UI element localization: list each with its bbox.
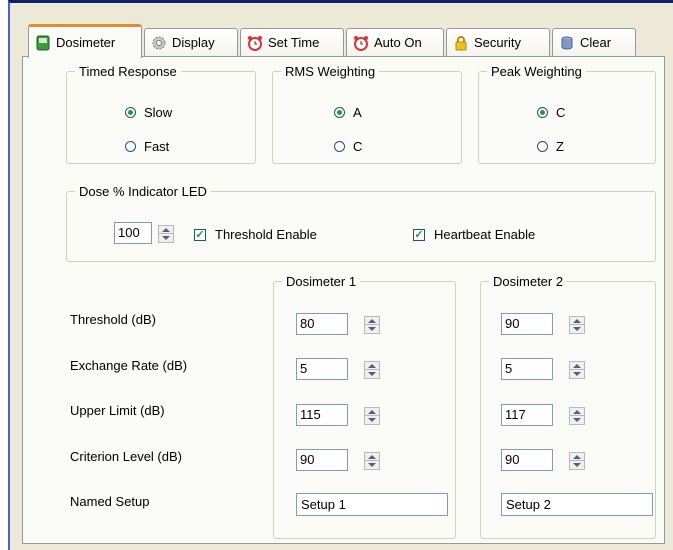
dosimeter1-named-setup-input[interactable]: Setup 1	[296, 493, 448, 516]
group-title: Peak Weighting	[491, 64, 582, 79]
radio-label: Fast	[144, 139, 170, 154]
heartbeat-enable-checkbox[interactable]: ✓ Heartbeat Enable	[413, 227, 535, 242]
radio-slow[interactable]: Slow	[125, 105, 172, 120]
dosimeter1-threshold-stepper[interactable]: 80	[296, 313, 384, 335]
radio-dot	[537, 141, 548, 152]
stepper-arrows[interactable]	[364, 452, 380, 470]
stepper-value[interactable]: 90	[501, 449, 553, 471]
tab-label: Security	[474, 35, 521, 50]
radio-label: Slow	[144, 105, 173, 120]
stepper-value[interactable]: 80	[296, 313, 348, 335]
stepper-value[interactable]: 117	[501, 404, 553, 426]
peak-weighting-group: Peak Weighting	[478, 64, 656, 164]
radio-peak-c[interactable]: C	[537, 105, 565, 120]
tab-label: Display	[172, 35, 215, 50]
stepper-value[interactable]: 5	[501, 358, 553, 380]
rms-weighting-group: RMS Weighting	[272, 64, 462, 164]
stepper-arrows[interactable]	[364, 361, 380, 379]
stepper-arrows[interactable]	[569, 452, 585, 470]
radio-rms-a[interactable]: A	[334, 105, 362, 120]
alarm-clock-icon	[247, 35, 263, 51]
radio-dot	[537, 107, 548, 118]
radio-dot	[334, 107, 345, 118]
label-named-setup: Named Setup	[70, 494, 150, 509]
dosimeter2-criterion-level-stepper[interactable]: 90	[501, 449, 589, 471]
gear-icon	[151, 35, 167, 51]
stepper-arrows[interactable]	[569, 361, 585, 379]
stepper-arrows[interactable]	[569, 316, 585, 334]
stepper-arrows[interactable]	[364, 316, 380, 334]
dosimeter2-named-setup-input[interactable]: Setup 2	[501, 493, 653, 516]
tab-security[interactable]: Security	[446, 28, 550, 56]
tab-dosimeter[interactable]: Dosimeter	[28, 24, 142, 58]
dosimeter2-threshold-stepper[interactable]: 90	[501, 313, 589, 335]
stepper-value[interactable]: 115	[296, 404, 348, 426]
dosimeter1-exchange-rate-stepper[interactable]: 5	[296, 358, 384, 380]
checkbox-label: Heartbeat Enable	[434, 227, 536, 242]
label-upper-limit: Upper Limit (dB)	[70, 403, 165, 418]
dosimeter2-upper-limit-stepper[interactable]: 117	[501, 404, 589, 426]
lock-icon	[453, 35, 469, 51]
label-criterion-level: Criterion Level (dB)	[70, 449, 182, 464]
database-icon	[559, 35, 575, 51]
stepper-value[interactable]: 90	[296, 449, 348, 471]
stepper-arrows[interactable]	[158, 225, 174, 243]
checkbox-box: ✓	[413, 228, 425, 241]
tab-label: Set Time	[268, 35, 320, 50]
radio-label: C	[556, 105, 566, 120]
dose-led-value[interactable]: 100	[114, 222, 152, 244]
radio-fast[interactable]: Fast	[125, 139, 169, 154]
radio-label: C	[353, 139, 363, 154]
dosimeter-icon	[35, 35, 51, 51]
dosimeter2-exchange-rate-stepper[interactable]: 5	[501, 358, 589, 380]
dose-led-stepper[interactable]: 100	[114, 222, 202, 244]
tab-set-time[interactable]: Set Time	[240, 28, 344, 56]
radio-label: A	[353, 105, 362, 120]
stepper-arrows[interactable]	[364, 407, 380, 425]
label-exchange-rate: Exchange Rate (dB)	[70, 358, 188, 373]
stepper-value[interactable]: 90	[501, 313, 553, 335]
group-title: Dose % Indicator LED	[79, 184, 207, 199]
group-title: Dosimeter 1	[286, 274, 357, 289]
alarm-clock-icon	[353, 35, 369, 51]
radio-rms-c[interactable]: C	[334, 139, 362, 154]
radio-label: Z	[556, 139, 564, 154]
tab-label: Dosimeter	[56, 35, 116, 50]
tab-auto-on[interactable]: Auto On	[346, 28, 444, 56]
dosimeter1-criterion-level-stepper[interactable]: 90	[296, 449, 384, 471]
group-title: Dosimeter 2	[493, 274, 564, 289]
group-title: RMS Weighting	[285, 64, 376, 79]
radio-dot	[125, 107, 136, 118]
radio-dot	[125, 141, 136, 152]
radio-peak-z[interactable]: Z	[537, 139, 564, 154]
radio-dot	[334, 141, 345, 152]
group-title: Timed Response	[79, 64, 177, 79]
tab-clear[interactable]: Clear	[552, 28, 636, 56]
tab-label: Auto On	[374, 35, 422, 50]
stepper-value[interactable]: 5	[296, 358, 348, 380]
tab-display[interactable]: Display	[144, 28, 238, 56]
tab-label: Clear	[580, 35, 612, 50]
label-threshold: Threshold (dB)	[70, 312, 156, 327]
checkbox-box: ✓	[194, 228, 206, 241]
checkbox-label: Threshold Enable	[215, 227, 317, 242]
threshold-enable-checkbox[interactable]: ✓ Threshold Enable	[194, 227, 317, 242]
dosimeter1-upper-limit-stepper[interactable]: 115	[296, 404, 384, 426]
stepper-arrows[interactable]	[569, 407, 585, 425]
